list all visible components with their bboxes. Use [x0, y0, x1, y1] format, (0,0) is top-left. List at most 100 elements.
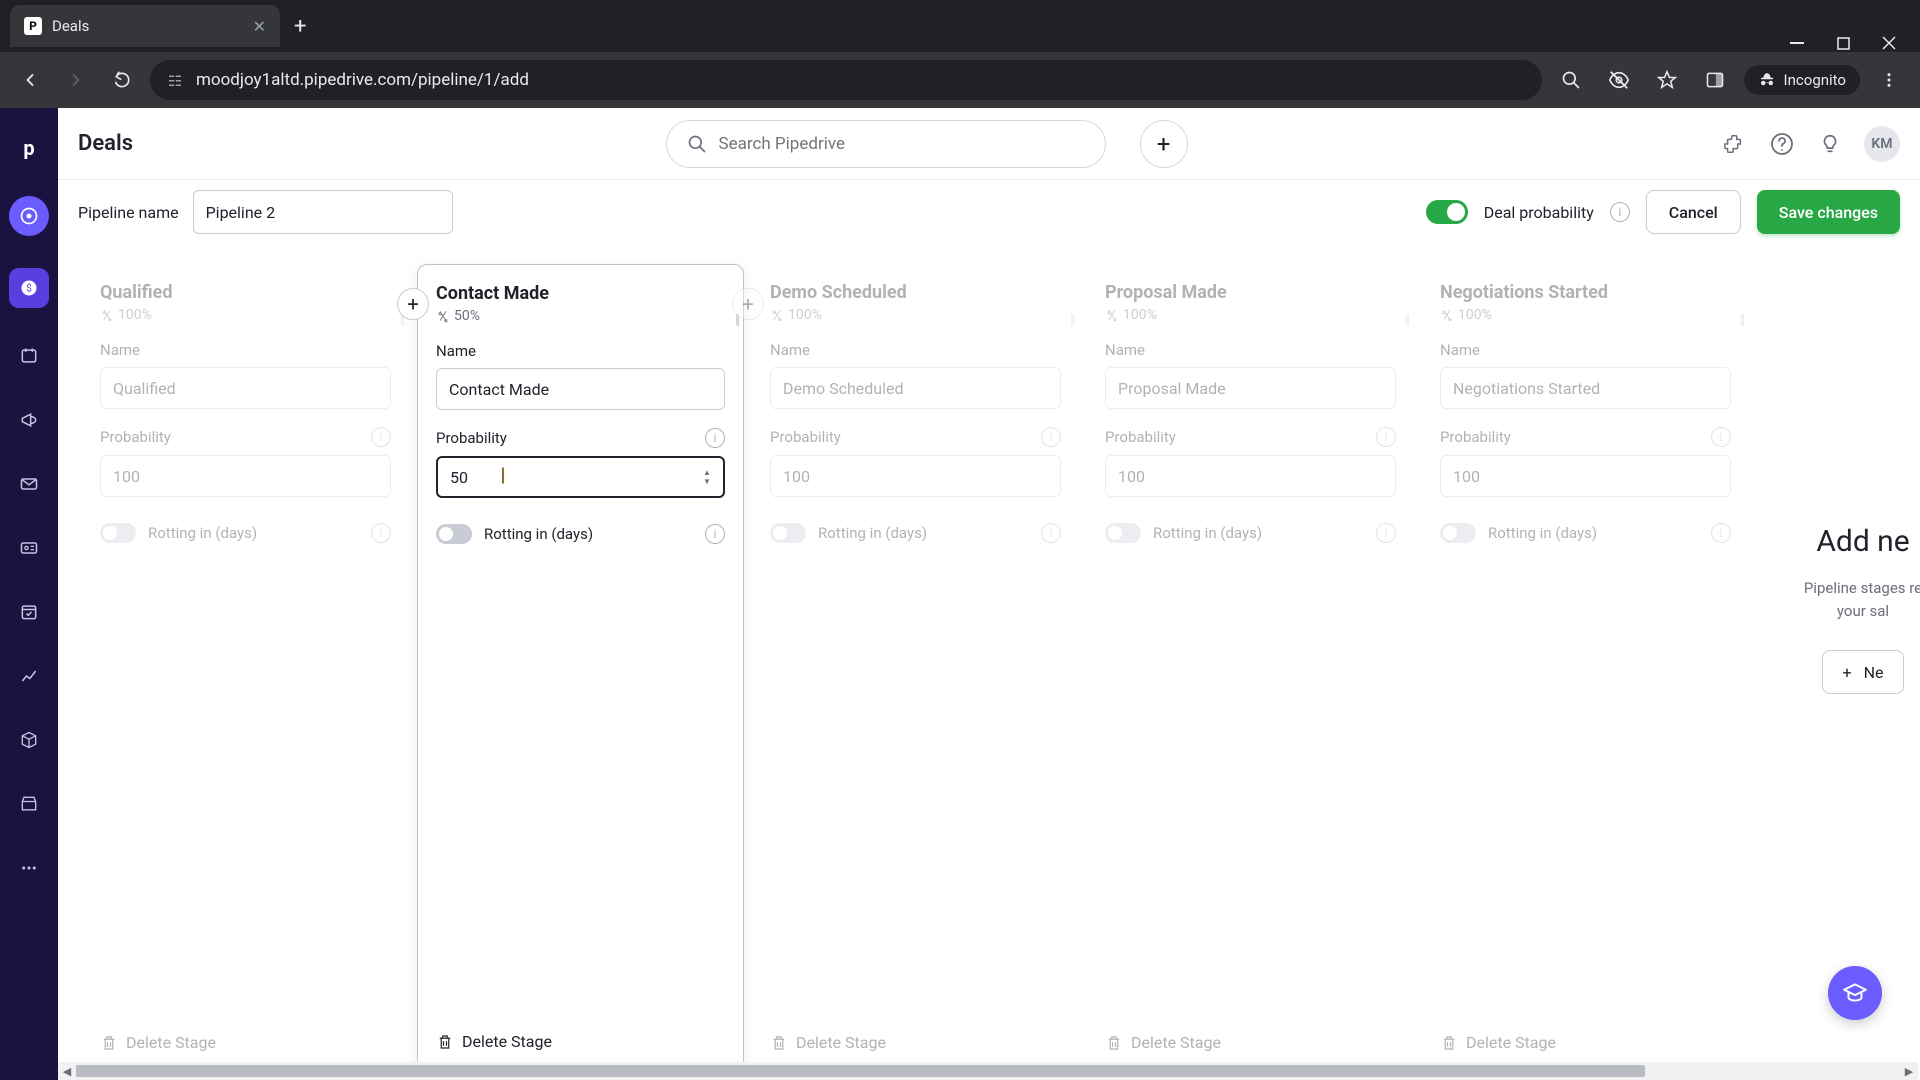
stage-probability-input[interactable]: [1440, 455, 1731, 497]
info-icon[interactable]: i: [1041, 427, 1061, 447]
scroll-right-icon[interactable]: ▶: [1900, 1062, 1918, 1080]
close-tab-icon[interactable]: ✕: [253, 17, 266, 36]
name-label: Name: [1105, 341, 1145, 359]
info-icon[interactable]: i: [1610, 202, 1630, 222]
sidebar-products-icon[interactable]: [13, 724, 45, 756]
info-icon[interactable]: i: [1041, 523, 1061, 543]
help-bubble-button[interactable]: [1828, 966, 1882, 1020]
help-icon[interactable]: [1768, 130, 1796, 158]
eye-off-icon[interactable]: [1600, 61, 1638, 99]
save-changes-button[interactable]: Save changes: [1757, 190, 1900, 234]
forward-button[interactable]: [58, 62, 94, 98]
number-spinner[interactable]: ▲▼: [703, 468, 719, 486]
drag-handle-icon[interactable]: ||: [1740, 312, 1743, 328]
info-icon[interactable]: i: [1376, 523, 1396, 543]
delete-stage-button[interactable]: Delete Stage: [1440, 1033, 1731, 1052]
info-icon[interactable]: i: [1376, 427, 1396, 447]
maximize-icon[interactable]: [1834, 34, 1852, 52]
cancel-button[interactable]: Cancel: [1646, 190, 1741, 234]
rotting-toggle[interactable]: [436, 524, 472, 544]
site-settings-icon[interactable]: [166, 71, 184, 89]
new-stage-button[interactable]: + Ne: [1822, 650, 1905, 694]
sidebar-leads-icon[interactable]: [9, 196, 49, 236]
stage-name-input[interactable]: [770, 367, 1061, 409]
info-icon[interactable]: i: [705, 428, 725, 448]
search-input[interactable]: [719, 134, 1085, 154]
url-bar[interactable]: moodjoy1altd.pipedrive.com/pipeline/1/ad…: [150, 60, 1542, 100]
delete-stage-button[interactable]: Delete Stage: [1105, 1033, 1396, 1052]
sidebar-more-icon[interactable]: [13, 852, 45, 884]
sidebar-campaigns-icon[interactable]: [13, 404, 45, 436]
sidebar-mail-icon[interactable]: [13, 468, 45, 500]
drag-handle-icon[interactable]: ||: [1070, 312, 1073, 328]
stage-column-demo-scheduled: + || Demo Scheduled 100% Name Probabilit…: [748, 264, 1083, 1070]
stage-name-input[interactable]: [1105, 367, 1396, 409]
reload-button[interactable]: [104, 62, 140, 98]
sidebar-deals-icon[interactable]: $: [9, 268, 49, 308]
zoom-icon[interactable]: [1552, 61, 1590, 99]
app-topbar: Deals + KM: [58, 108, 1920, 180]
info-icon[interactable]: i: [371, 427, 391, 447]
stage-probability-input[interactable]: [100, 455, 391, 497]
scrollbar-thumb[interactable]: [76, 1065, 1645, 1077]
info-icon[interactable]: i: [705, 524, 725, 544]
side-panel-icon[interactable]: [1696, 61, 1734, 99]
incognito-icon: [1758, 71, 1776, 89]
stage-column-proposal-made: || Proposal Made 100% Name Probabilityi: [1083, 264, 1418, 1070]
rotting-toggle[interactable]: [1105, 523, 1141, 543]
horizontal-scrollbar[interactable]: ◀ ▶: [58, 1062, 1918, 1080]
browser-tab[interactable]: P Deals ✕: [10, 5, 280, 47]
stage-title: Proposal Made: [1105, 282, 1396, 303]
tips-icon[interactable]: [1816, 130, 1844, 158]
page-title: Deals: [78, 131, 133, 156]
browser-tab-strip: P Deals ✕ +: [0, 0, 1920, 52]
sidebar-contacts-icon[interactable]: [13, 532, 45, 564]
incognito-label: Incognito: [1784, 71, 1846, 89]
rotting-label: Rotting in (days): [1153, 524, 1262, 542]
scroll-left-icon[interactable]: ◀: [58, 1062, 76, 1080]
delete-stage-button[interactable]: Delete Stage: [770, 1033, 1061, 1052]
minimize-icon[interactable]: [1788, 34, 1806, 52]
delete-stage-button[interactable]: Delete Stage: [100, 1033, 391, 1052]
user-avatar[interactable]: KM: [1864, 126, 1900, 162]
add-stage-before-button[interactable]: +: [397, 288, 429, 320]
new-tab-button[interactable]: +: [294, 14, 306, 39]
browser-menu-icon[interactable]: [1870, 61, 1908, 99]
stage-name-input[interactable]: [100, 367, 391, 409]
pipeline-name-input[interactable]: [193, 190, 453, 234]
stage-probability-input[interactable]: [770, 455, 1061, 497]
bookmark-star-icon[interactable]: [1648, 61, 1686, 99]
incognito-badge[interactable]: Incognito: [1744, 65, 1860, 95]
sidebar-insights-icon[interactable]: [13, 660, 45, 692]
probability-label: Probability: [1105, 428, 1176, 446]
add-stage-before-button[interactable]: +: [732, 288, 764, 320]
rotting-toggle[interactable]: [100, 523, 136, 543]
pipedrive-logo-icon[interactable]: p: [13, 132, 45, 164]
sidebar-projects-icon[interactable]: [13, 340, 45, 372]
stage-name-input[interactable]: [436, 368, 725, 410]
info-icon[interactable]: i: [1711, 427, 1731, 447]
info-icon[interactable]: i: [1711, 523, 1731, 543]
search-box[interactable]: [666, 120, 1106, 168]
add-new-stage-panel: Add ne Pipeline stages reyour sal + Ne: [1753, 264, 1920, 1070]
info-icon[interactable]: i: [371, 523, 391, 543]
rotting-toggle[interactable]: [770, 523, 806, 543]
quick-add-button[interactable]: +: [1140, 120, 1188, 168]
stage-name-input[interactable]: [1440, 367, 1731, 409]
extension-icon[interactable]: [1720, 130, 1748, 158]
stage-title: Qualified: [100, 282, 391, 303]
close-window-icon[interactable]: [1880, 34, 1898, 52]
drag-handle-icon[interactable]: ||: [1405, 312, 1408, 328]
sidebar-marketplace-icon[interactable]: [13, 788, 45, 820]
probability-label: Probability: [436, 429, 507, 447]
stage-probability-input[interactable]: [436, 456, 725, 498]
sidebar-activities-icon[interactable]: [13, 596, 45, 628]
stage-title: Demo Scheduled: [770, 282, 1061, 303]
deal-probability-label: Deal probability: [1484, 203, 1594, 222]
delete-stage-button[interactable]: Delete Stage: [436, 1032, 725, 1051]
back-button[interactable]: [12, 62, 48, 98]
stage-probability-input[interactable]: [1105, 455, 1396, 497]
add-new-title: Add ne: [1753, 524, 1920, 559]
rotting-toggle[interactable]: [1440, 523, 1476, 543]
deal-probability-toggle[interactable]: [1426, 200, 1468, 224]
